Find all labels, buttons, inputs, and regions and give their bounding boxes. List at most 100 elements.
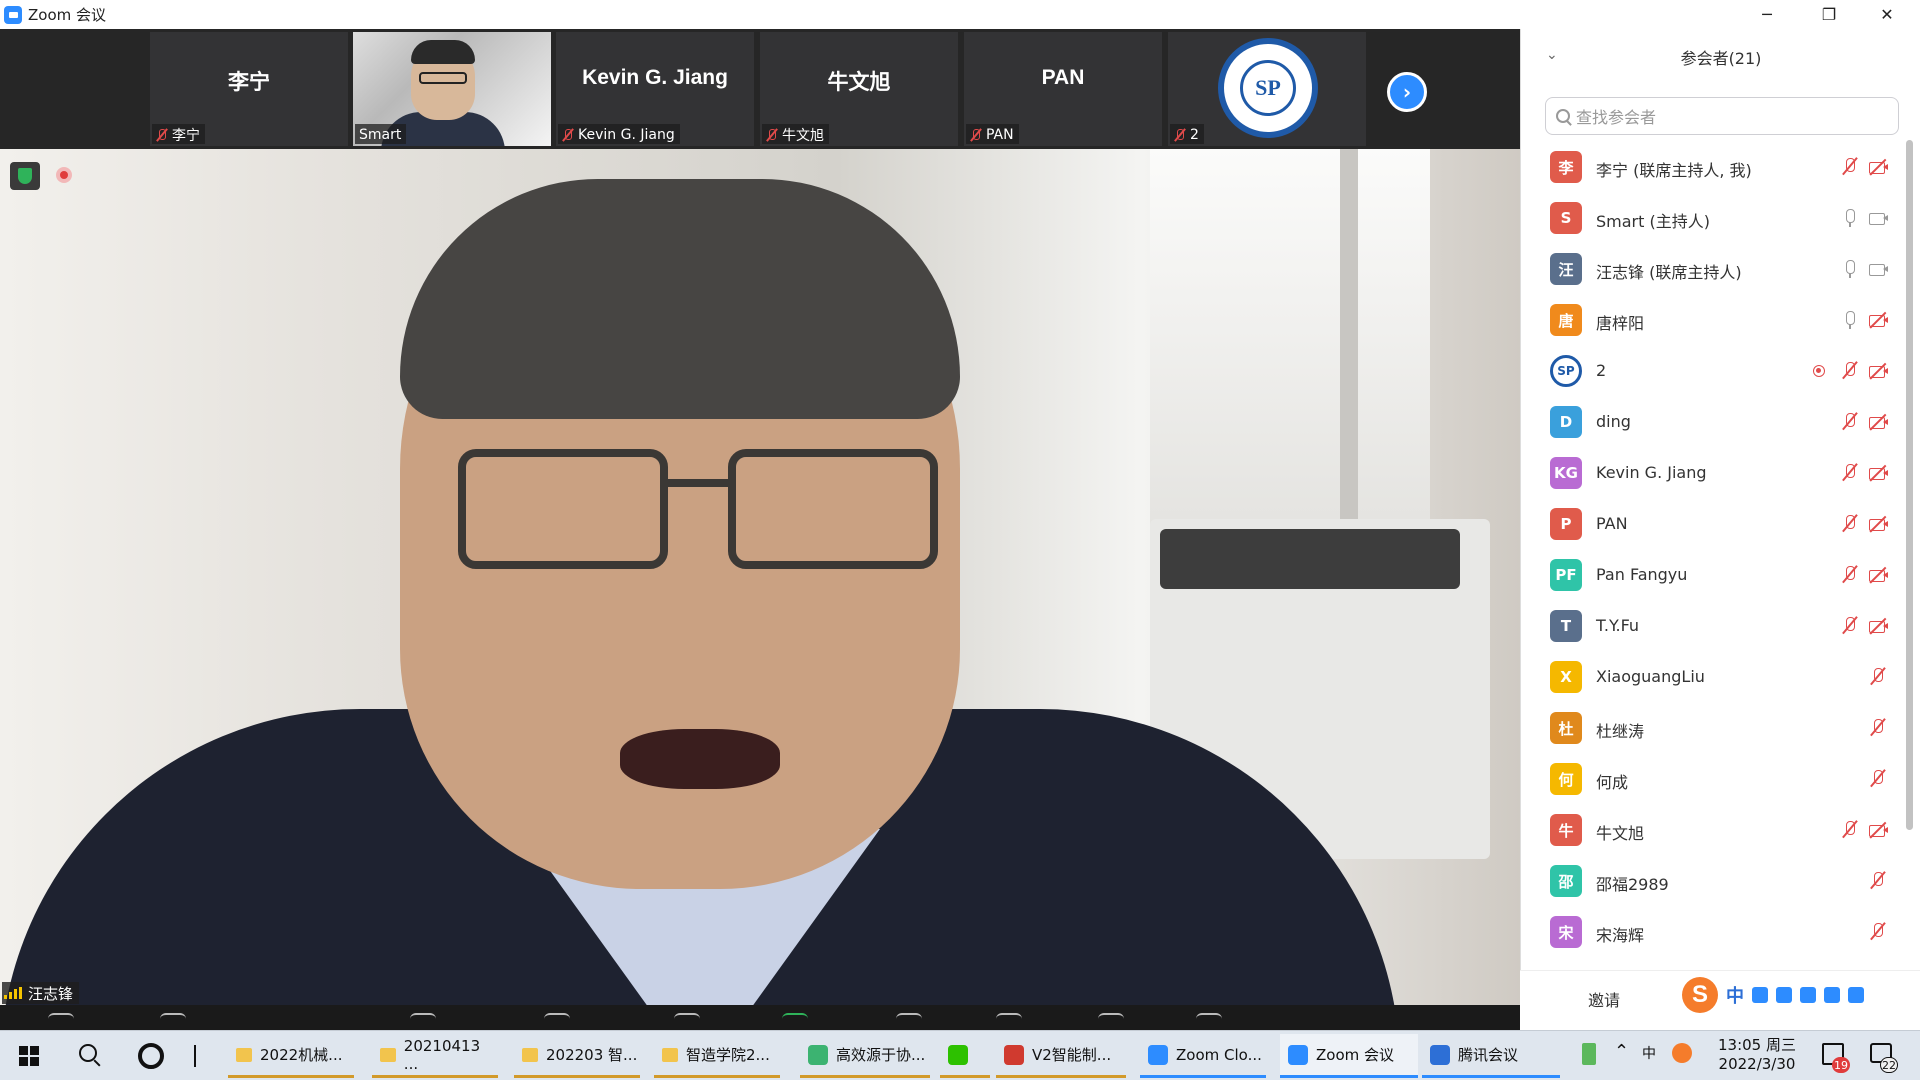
camera-off-icon[interactable] [1867,463,1889,483]
more-control-icon[interactable] [1196,1013,1222,1027]
ime-language[interactable]: 中 [1726,982,1744,1008]
ime-punctuation-icon[interactable] [1752,987,1768,1003]
pinned-app-icon[interactable] [138,1043,164,1069]
participant-row[interactable]: X XiaoguangLiu [1521,651,1901,702]
participant-search-input[interactable]: 查找参会者 [1545,97,1899,135]
restore-button[interactable]: ❐ [1806,0,1852,29]
taskbar-item[interactable]: 20210413 ... [372,1034,498,1078]
mic-muted-icon[interactable] [1839,412,1861,432]
taskbar-item[interactable]: 腾讯会议 [1422,1034,1560,1078]
participant-row[interactable]: S Smart (主持人) [1521,192,1901,243]
tray-sogou-icon[interactable] [1672,1043,1692,1063]
camera-icon[interactable] [1867,259,1889,279]
ime-voice-icon[interactable] [1776,987,1792,1003]
mic-icon[interactable] [1839,259,1861,279]
meeting-control-bar [0,1005,1520,1030]
taskbar-search-icon[interactable] [79,1044,97,1062]
close-button[interactable]: ✕ [1864,0,1910,29]
camera-off-icon[interactable] [1867,514,1889,534]
mic-icon[interactable] [1839,310,1861,330]
mute-control-icon[interactable] [48,1013,74,1027]
invite-button[interactable]: 邀请 [1588,987,1620,1011]
minimize-button[interactable]: ─ [1744,0,1790,29]
camera-off-icon[interactable] [1867,361,1889,381]
participant-scrollbar-thumb[interactable] [1906,140,1913,830]
camera-off-icon[interactable] [1867,412,1889,432]
participant-row[interactable]: T T.Y.Fu [1521,600,1901,651]
mic-muted-icon[interactable] [1839,361,1861,381]
camera-off-icon[interactable] [1867,565,1889,585]
participant-row[interactable]: 牛牛文旭 [1521,804,1901,855]
participants-control-icon[interactable] [544,1013,570,1027]
sogou-ime-icon[interactable]: S [1682,977,1718,1013]
taskbar-item[interactable]: 2022机械... [228,1034,354,1078]
participant-tile[interactable]: PAN PAN [964,32,1164,146]
participant-tile[interactable]: 牛文旭 牛文旭 [760,32,960,146]
avatar: SP [1550,355,1582,387]
battery-icon[interactable] [1582,1043,1596,1065]
participant-tile[interactable]: Kevin G. Jiang Kevin G. Jiang [556,32,756,146]
participant-row[interactable]: 杜杜继涛 [1521,702,1901,753]
share-screen-control-icon[interactable] [782,1013,808,1027]
mic-muted-icon[interactable] [1839,463,1861,483]
chat-control-icon[interactable] [674,1013,700,1027]
taskbar-clock[interactable]: 13:05 周三 2022/3/30 [1718,1036,1796,1074]
participant-row[interactable]: P PAN [1521,498,1901,549]
record-control-icon[interactable] [896,1013,922,1027]
mic-muted-icon[interactable] [1867,922,1889,942]
participant-row[interactable]: 邵邵福2989 [1521,855,1901,906]
mic-icon[interactable] [1839,208,1861,228]
taskbar-item[interactable] [940,1034,990,1078]
participant-row[interactable]: 李李宁 (联席主持人, 我) [1521,141,1901,192]
participant-row[interactable]: KG Kevin G. Jiang [1521,447,1901,498]
mic-muted-icon[interactable] [1839,820,1861,840]
windows-start-icon[interactable] [19,1046,39,1066]
camera-off-icon[interactable] [1867,820,1889,840]
taskbar-item[interactable]: Zoom 会议 [1280,1034,1418,1078]
participant-tile[interactable]: SP 2 [1168,32,1368,146]
mic-muted-icon[interactable] [1839,616,1861,636]
taskbar-item[interactable]: 智造学院2... [654,1034,780,1078]
participant-row[interactable]: SP 2 [1521,345,1901,396]
participant-row[interactable]: 汪汪志锋 (联席主持人) [1521,243,1901,294]
participant-row[interactable]: 唐唐梓阳 [1521,294,1901,345]
taskbar-item[interactable]: Zoom Clo... [1140,1034,1266,1078]
mic-muted-icon[interactable] [1867,769,1889,789]
tray-ime-language[interactable]: 中 [1642,1043,1656,1063]
mic-muted-icon[interactable] [1839,565,1861,585]
mic-muted-icon[interactable] [1867,667,1889,687]
mic-muted-icon[interactable] [1839,157,1861,177]
participant-row[interactable]: 宋宋海辉 [1521,906,1901,957]
ime-tools-icon[interactable] [1848,987,1864,1003]
participant-row[interactable]: 何何成 [1521,753,1901,804]
taskbar-item[interactable]: 高效源于协... [800,1034,930,1078]
collapse-chevron-icon[interactable]: ⌄ [1546,47,1558,63]
participant-row[interactable]: PF Pan Fangyu [1521,549,1901,600]
security-shield-icon[interactable] [10,162,40,190]
tray-expand-icon[interactable]: ⌃ [1614,1041,1629,1062]
mic-muted-icon[interactable] [1839,514,1861,534]
apps-control-icon[interactable] [1098,1013,1124,1027]
tile-label-text: PAN [986,126,1014,143]
participant-tile-video[interactable]: Smart [353,32,553,146]
camera-icon[interactable] [1867,208,1889,228]
zoom-icon [1148,1044,1168,1065]
camera-off-icon[interactable] [1867,157,1889,177]
ime-skin-icon[interactable] [1824,987,1840,1003]
participant-row[interactable]: Dding [1521,396,1901,447]
taskbar-item[interactable]: 202203 智... [514,1034,640,1078]
next-page-button[interactable]: › [1387,72,1427,112]
mic-muted-icon[interactable] [1867,718,1889,738]
camera-off-icon[interactable] [1867,616,1889,636]
recording-icon[interactable] [56,167,72,183]
taskbar-item[interactable]: V2智能制... [996,1034,1126,1078]
security-control-icon[interactable] [410,1013,436,1027]
ime-keyboard-icon[interactable] [1800,987,1816,1003]
reactions-control-icon[interactable] [996,1013,1022,1027]
mic-muted-icon[interactable] [1867,871,1889,891]
tile-label-text: Kevin G. Jiang [578,126,675,143]
video-control-icon[interactable] [160,1013,186,1027]
camera-off-icon[interactable] [1867,310,1889,330]
mic-muted-icon [562,128,574,142]
participant-tile[interactable]: 李宁 李宁 [150,32,350,146]
